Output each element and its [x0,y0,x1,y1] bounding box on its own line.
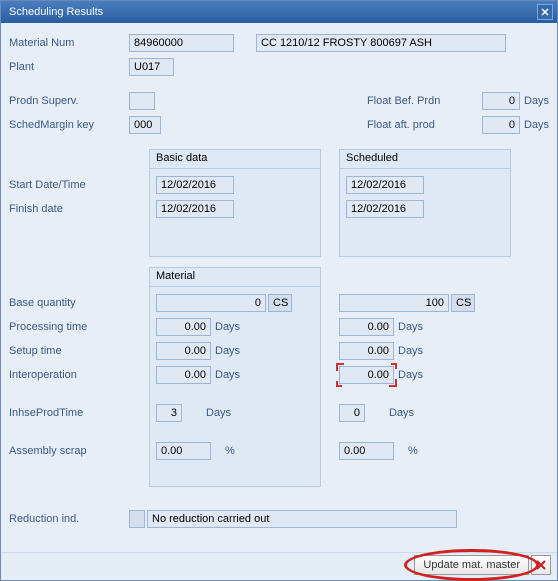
plant-value: U017 [129,58,174,76]
scrap-label: Assembly scrap [9,445,129,457]
proc-sched-unit: Days [398,321,423,333]
base-qty-basic-unit: CS [268,294,292,312]
schedmargin-label: SchedMargin key [9,119,129,131]
update-mat-master-button[interactable]: Update mat. master [414,555,529,575]
proc-basic: 0.00 [156,318,211,336]
start-date-label: Start Date/Time [9,179,129,191]
scrap-basic-unit: % [225,445,235,457]
footer-toolbar: Update mat. master [1,552,557,576]
reduction-label: Reduction ind. [9,513,129,525]
prodn-superv-label: Prodn Superv. [9,95,129,107]
cancel-button[interactable] [531,555,551,575]
plant-label: Plant [9,61,129,73]
float-aft-value: 0 [482,116,520,134]
reduction-text: No reduction carried out [147,510,457,528]
base-qty-sched-unit: CS [451,294,475,312]
inhse-sched: 0 [339,404,365,422]
inhse-basic-unit: Days [206,407,231,419]
cancel-icon [536,560,546,570]
sched-start-value: 12/02/2016 [346,176,424,194]
scrap-basic: 0.00 [156,442,211,460]
window-title: Scheduling Results [9,6,103,18]
float-aft-label: Float aft. prod [367,119,482,131]
schedmargin-value: 000 [129,116,161,134]
sched-finish-value: 12/02/2016 [346,200,424,218]
proc-time-label: Processing time [9,321,129,333]
basic-data-title: Basic data [156,152,207,164]
interop-label: Interoperation [9,369,129,381]
float-bef-unit: Days [524,95,549,107]
window-close-button[interactable] [537,4,553,20]
inhse-label: InhseProdTime [9,407,129,419]
setup-basic-unit: Days [215,345,240,357]
material-basic-panel: 0CS 0.00 Days 0.00 Days 0.00 Days 3 Days 0.0… [149,287,321,487]
prodn-superv-value [129,92,155,110]
base-qty-basic: 0 [156,294,266,312]
material-desc-value: CC 1210/12 FROSTY 800697 ASH [256,34,506,52]
interop-sched[interactable]: 0.00 [339,366,394,384]
float-bef-label: Float Bef. Prdn [367,95,482,107]
float-aft-unit: Days [524,119,549,131]
finish-date-label: Finish date [9,203,129,215]
base-qty-sched: 100 [339,294,449,312]
scheduled-header: Scheduled [339,149,511,169]
interop-basic: 0.00 [156,366,211,384]
material-title: Material [156,270,195,282]
scheduled-title: Scheduled [346,152,398,164]
float-bef-value: 0 [482,92,520,110]
material-sched-panel: 100CS 0.00 Days 0.00 Days 0.00 Days 0 Days 0… [339,287,511,487]
basic-finish-value: 12/02/2016 [156,200,234,218]
material-num-label: Material Num [9,37,129,49]
setup-sched-unit: Days [398,345,423,357]
proc-sched: 0.00 [339,318,394,336]
material-header: Material [149,267,321,287]
setup-basic: 0.00 [156,342,211,360]
scrap-sched-unit: % [408,445,418,457]
material-num-value: 84960000 [129,34,234,52]
basic-data-header: Basic data [149,149,321,169]
scheduled-panel: 12/02/2016 12/02/2016 [339,169,511,257]
inhse-sched-unit: Days [389,407,414,419]
interop-basic-unit: Days [215,369,240,381]
base-qty-label: Base quantity [9,297,129,309]
reduction-ind [129,510,145,528]
titlebar: Scheduling Results [1,1,557,23]
setup-sched: 0.00 [339,342,394,360]
interop-sched-unit: Days [398,369,423,381]
scrap-sched: 0.00 [339,442,394,460]
setup-time-label: Setup time [9,345,129,357]
inhse-basic: 3 [156,404,182,422]
basic-start-value: 12/02/2016 [156,176,234,194]
basic-data-panel: 12/02/2016 12/02/2016 [149,169,321,257]
proc-basic-unit: Days [215,321,240,333]
close-icon [541,8,549,16]
